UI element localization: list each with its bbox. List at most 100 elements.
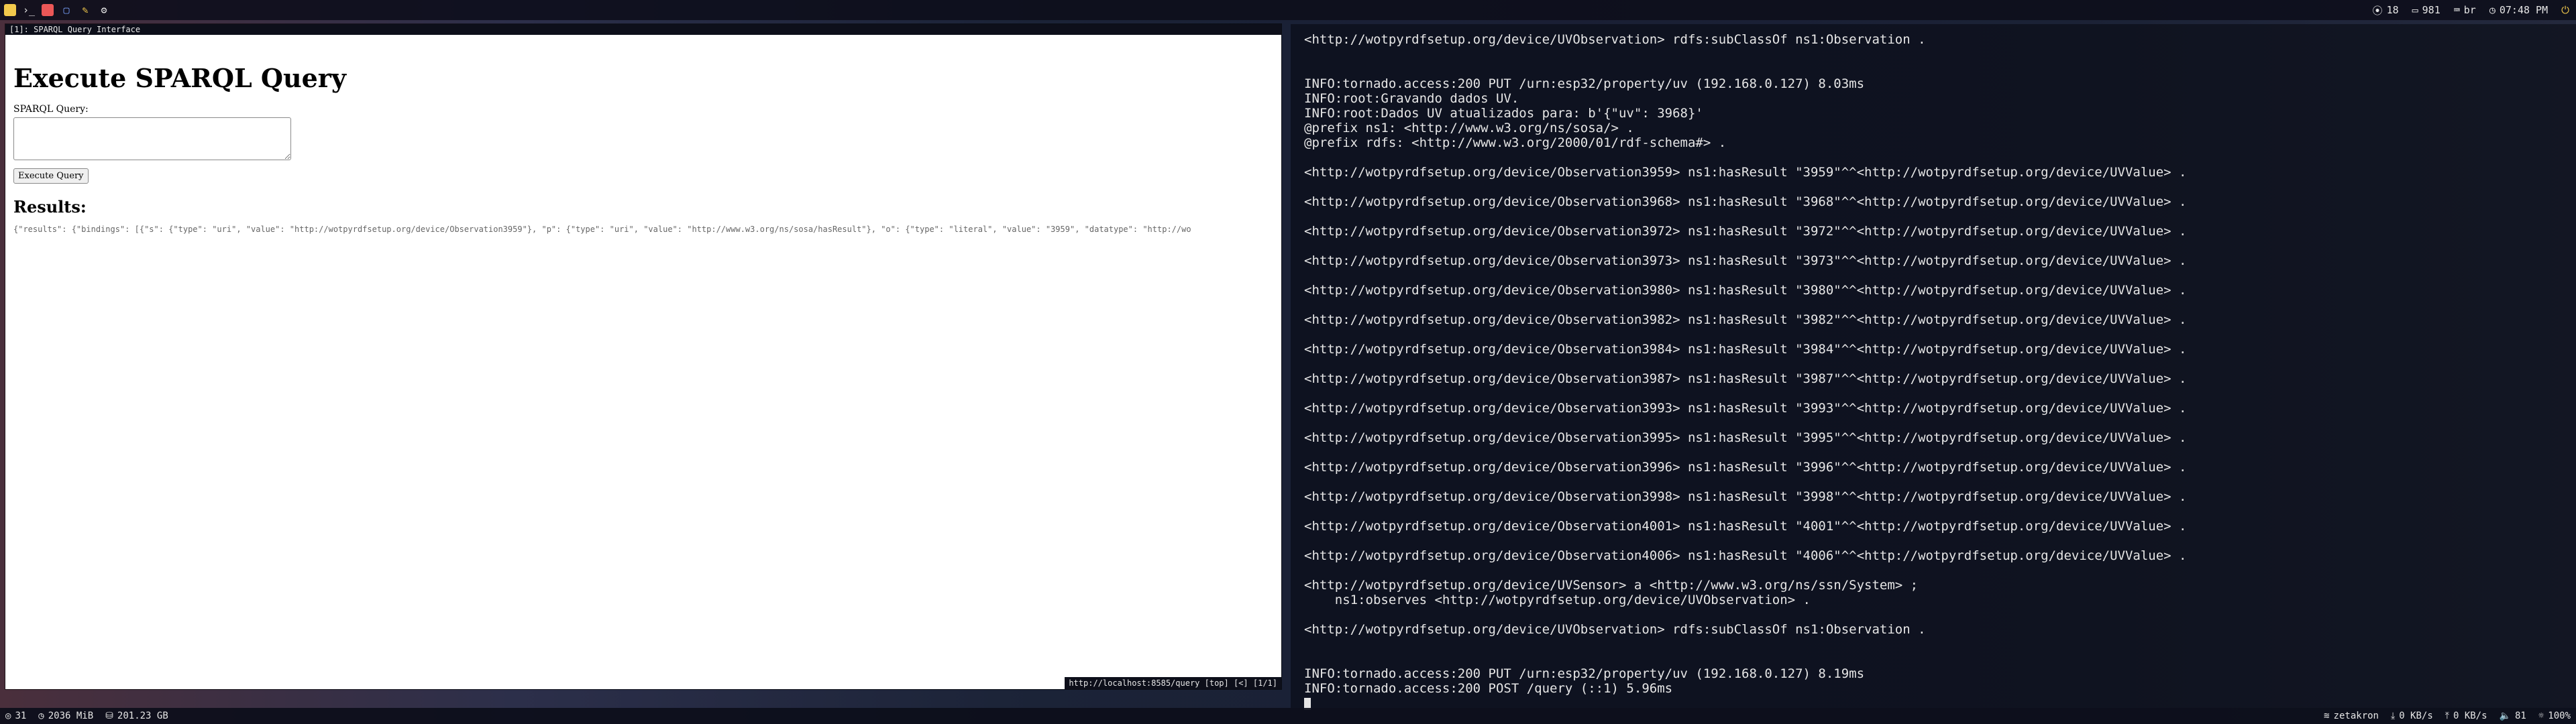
memory-widget[interactable]: ▭ 981 [2412,4,2440,16]
cpu-temp: 18 [2386,4,2399,16]
brightness-widget[interactable]: ☼ 100% [2538,711,2571,721]
bottom-right-stats: ≋ zetakron ⤓ 0 KB/s ⤒ 0 KB/s 🔈 81 ☼ 100% [2324,711,2571,721]
browser-window: [1]: SPARQL Query Interface Execute SPAR… [5,24,1281,689]
terminal-line: INFO:root:Dados UV atualizados para: b'{… [1304,106,1703,121]
memory-usage-value: 2036 MiB [48,711,94,721]
results-text: {"results": {"bindings": [{"s": {"type":… [13,225,1191,234]
terminal-line: <http://wotpyrdfsetup.org/device/Observa… [1304,519,2187,534]
network-name: zetakron [2333,711,2379,721]
terminal-icon[interactable]: ›_ [23,4,35,16]
disk-usage-value: 201.23 GB [117,711,168,721]
power-icon[interactable]: ⏻ [2561,4,2569,16]
cpu-temp-widget[interactable]: ⦿ 18 [2373,3,2399,17]
terminal-line: ns1:observes <http://wotpyrdfsetup.org/d… [1304,593,1811,607]
terminal-line: INFO:tornado.access:200 PUT /urn:esp32/p… [1304,76,1865,91]
terminal-line: <http://wotpyrdfsetup.org/device/Observa… [1304,165,2187,180]
terminal-line: <http://wotpyrdfsetup.org/device/Observa… [1304,283,2187,298]
upload-speed: 0 KB/s [2453,711,2487,721]
terminal-line: <http://wotpyrdfsetup.org/device/Observa… [1304,253,2187,268]
terminal-line: <http://wotpyrdfsetup.org/device/Observa… [1304,224,2187,239]
circle-icon[interactable] [42,4,54,16]
memory-icon: ▭ [2412,4,2418,16]
page-title: Execute SPARQL Query [13,63,346,93]
upload-icon: ⤒ [2445,711,2449,721]
app-icon[interactable] [4,4,16,16]
terminal-output: <http://wotpyrdfsetup.org/device/UVObser… [1304,32,2186,711]
bottom-bar: ◎ 31 ◷ 2036 MiB ⛁ 201.23 GB ≋ zetakron ⤓… [0,708,2576,724]
browser-titlebar: [1]: SPARQL Query Interface [5,24,1281,35]
volume-widget[interactable]: 🔈 81 [2500,711,2526,721]
terminal-line: <http://wotpyrdfsetup.org/device/Observa… [1304,401,2187,416]
browser-status-line: http://localhost:8585/query [top] [<] [1… [1065,677,1281,689]
terminal-line: <http://wotpyrdfsetup.org/device/Observa… [1304,194,2187,209]
wifi-icon: ≋ [2324,711,2330,721]
memory-value: 981 [2422,4,2440,16]
keyboard-layout: br [2463,4,2476,16]
execute-query-button[interactable]: Execute Query [13,168,89,184]
folder-icon[interactable]: ▢ [60,4,72,16]
terminal-line: <http://wotpyrdfsetup.org/device/Observa… [1304,371,2187,386]
results-heading: Results: [13,197,87,217]
wifi-widget[interactable]: ≋ zetakron [2324,711,2379,721]
terminal-line: <http://wotpyrdfsetup.org/device/UVObser… [1304,622,1926,637]
clock-widget[interactable]: ◷ 07:48 PM [2489,4,2548,16]
brightness-icon: ☼ [2538,711,2544,721]
disk-usage[interactable]: ⛁ 201.23 GB [105,711,168,721]
top-right-widgets: ⦿ 18 ▭ 981 ⌨ br ◷ 07:48 PM ⏻ [2373,3,2576,17]
terminal-line: INFO:tornado.access:200 PUT /urn:esp32/p… [1304,666,1865,681]
terminal-line: @prefix rdfs: <http://www.w3.org/2000/01… [1304,135,1727,150]
keyboard-icon: ⌨ [2453,4,2460,16]
terminal-line: <http://wotpyrdfsetup.org/device/Observa… [1304,430,2187,445]
clock-time: 07:48 PM [2499,4,2548,16]
download-widget[interactable]: ⤓ 0 KB/s [2391,711,2433,721]
cpu-usage[interactable]: ◎ 31 [5,711,26,721]
browser-title: [1]: SPARQL Query Interface [9,25,141,34]
volume-icon: 🔈 [2499,711,2511,721]
query-label: SPARQL Query: [13,104,89,115]
download-speed: 0 KB/s [2399,711,2433,721]
terminal-window[interactable]: <http://wotpyrdfsetup.org/device/UVObser… [1291,24,2576,711]
terminal-line: INFO:tornado.access:200 POST /query (::1… [1304,681,1673,696]
upload-widget[interactable]: ⤒ 0 KB/s [2445,711,2487,721]
bottom-left-stats: ◎ 31 ◷ 2036 MiB ⛁ 201.23 GB [5,711,168,721]
volume-value: 81 [2514,711,2526,721]
terminal-line: <http://wotpyrdfsetup.org/device/Observa… [1304,342,2187,357]
terminal-line: <http://wotpyrdfsetup.org/device/UVObser… [1304,32,1926,47]
download-icon: ⤓ [2390,711,2396,721]
sparql-query-input[interactable] [13,117,291,160]
clock-icon: ◷ [2489,4,2496,16]
brightness-value: 100% [2548,711,2571,721]
settings-icon[interactable]: ⚙ [98,4,110,16]
terminal-line: @prefix ns1: <http://www.w3.org/ns/sosa/… [1304,121,1634,135]
memory-usage-icon: ◷ [38,711,44,721]
terminal-line: <http://wotpyrdfsetup.org/device/UVSenso… [1304,578,1919,593]
terminal-line: <http://wotpyrdfsetup.org/device/Observa… [1304,548,2187,563]
edit-icon[interactable]: ✎ [79,4,91,16]
cpu-icon: ⦿ [2372,4,2383,17]
disk-icon: ⛁ [105,711,113,721]
terminal-line: <http://wotpyrdfsetup.org/device/Observa… [1304,489,2187,504]
keyboard-layout-widget[interactable]: ⌨ br [2454,4,2476,16]
memory-usage[interactable]: ◷ 2036 MiB [38,711,93,721]
top-bar: ›_ ▢ ✎ ⚙ ⦿ 18 ▭ 981 ⌨ br ◷ 07:48 PM ⏻ [0,0,2576,20]
terminal-line: <http://wotpyrdfsetup.org/device/Observa… [1304,312,2187,327]
